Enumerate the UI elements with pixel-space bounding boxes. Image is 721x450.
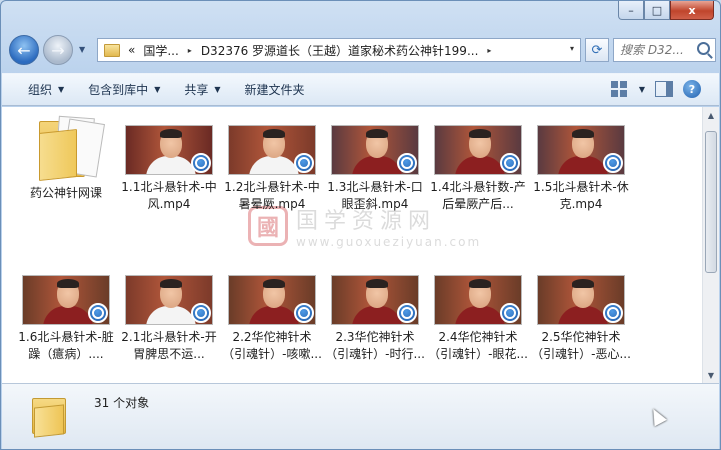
chevron-down-icon: ▼ — [154, 85, 161, 94]
back-button[interactable]: ← — [9, 35, 39, 65]
video-thumbnail — [434, 125, 522, 175]
include-in-library-label: 包含到库中 — [88, 83, 149, 97]
scroll-up-icon[interactable]: ▲ — [703, 107, 719, 123]
video-thumbnail — [331, 125, 419, 175]
video-file-item[interactable]: 2.1北斗悬针术-开胃脾思不运... — [119, 275, 219, 363]
video-thumbnail — [537, 125, 625, 175]
video-file-item[interactable]: 1.4北斗悬针数-产后晕厥产后... — [428, 125, 528, 213]
organize-menu[interactable]: 组织 ▼ — [28, 81, 64, 98]
recent-pages-dropdown[interactable]: ▼ — [79, 45, 85, 54]
media-player-icon — [191, 303, 211, 323]
file-list[interactable]: 國 国学资源网 www.guoxueziyuan.com 药公神针网课 1.1北斗… — [2, 107, 702, 383]
video-thumbnail — [125, 125, 213, 175]
chevron-down-icon: ▼ — [58, 85, 65, 94]
watermark-url-text: www.guoxueziyuan.com — [296, 235, 482, 249]
media-player-icon — [191, 153, 211, 173]
address-dropdown-icon[interactable]: ▾ — [570, 44, 574, 53]
file-name-label: 1.6北斗悬针术-脏躁（癔病）.... — [18, 330, 114, 361]
details-pane: 31 个对象 — [2, 383, 719, 449]
object-count: 31 个对象 — [94, 396, 150, 410]
breadcrumb-overflow[interactable]: « — [128, 43, 135, 57]
view-controls: ▼ ? — [610, 80, 701, 98]
preview-pane-icon[interactable] — [655, 81, 673, 97]
chevron-down-icon: ▼ — [214, 85, 221, 94]
search-icon[interactable] — [697, 42, 710, 55]
video-file-item[interactable]: 1.3北斗悬针术-口眼歪斜.mp4 — [325, 125, 425, 213]
video-thumbnail — [537, 275, 625, 325]
help-icon[interactable]: ? — [683, 80, 701, 98]
file-name-label: 药公神针网课 — [29, 186, 102, 200]
breadcrumb-segment-parent[interactable]: 国学... — [143, 42, 178, 59]
media-player-icon — [88, 303, 108, 323]
command-bar: 组织 ▼ 包含到库中 ▼ 共享 ▼ 新建文件夹 ▼ ? — [2, 73, 719, 106]
back-arrow-icon: ← — [17, 40, 31, 60]
media-player-icon — [603, 303, 623, 323]
caption-buttons: – □ x — [618, 1, 714, 21]
video-thumbnail — [228, 275, 316, 325]
video-thumbnail — [228, 125, 316, 175]
file-name-label: 2.3华佗神针术（引魂针）-时行... — [325, 330, 425, 361]
close-button[interactable]: x — [670, 1, 714, 20]
search-input[interactable] — [620, 43, 700, 57]
video-file-item[interactable]: 2.5华佗神针术（引魂针）-恶心... — [531, 275, 631, 363]
video-file-item[interactable]: 2.3华佗神针术（引魂针）-时行... — [325, 275, 425, 363]
breadcrumb-segment-current[interactable]: D32376 罗源道长（王越）道家秘术药公神针199... — [201, 42, 479, 59]
folder-icon — [31, 113, 106, 181]
maximize-button[interactable]: □ — [644, 1, 670, 20]
share-menu[interactable]: 共享 ▼ — [184, 81, 220, 98]
media-player-icon — [294, 303, 314, 323]
scroll-down-icon[interactable]: ▼ — [703, 367, 719, 383]
view-options-dropdown-icon[interactable]: ▼ — [639, 85, 645, 94]
file-name-label: 1.2北斗悬针术-中暑晕厥.mp4 — [224, 180, 320, 211]
file-name-label: 1.1北斗悬针术-中风.mp4 — [121, 180, 217, 211]
refresh-icon: ⟳ — [591, 42, 603, 58]
video-file-item[interactable]: 1.2北斗悬针术-中暑晕厥.mp4 — [222, 125, 322, 213]
video-thumbnail — [125, 275, 213, 325]
media-player-icon — [294, 153, 314, 173]
video-file-item[interactable]: 1.1北斗悬针术-中风.mp4 — [119, 125, 219, 213]
navigation-bar: ← → ▼ « 国学... ▸ D32376 罗源道长（王越）道家秘术药公神针1… — [7, 35, 716, 65]
media-player-icon — [603, 153, 623, 173]
folder-item[interactable]: 药公神针网课 — [16, 113, 116, 202]
file-name-label: 2.4华佗神针术（引魂针）-眼花... — [428, 330, 528, 361]
media-player-icon — [500, 303, 520, 323]
file-name-label: 2.2华佗神针术（引魂针）-咳嗽... — [222, 330, 322, 361]
forward-button[interactable]: → — [43, 35, 73, 65]
file-name-label: 2.1北斗悬针术-开胃脾思不运... — [121, 330, 217, 361]
share-label: 共享 — [184, 83, 209, 97]
search-box[interactable] — [613, 38, 716, 62]
video-thumbnail — [434, 275, 522, 325]
media-player-icon — [397, 303, 417, 323]
video-file-item[interactable]: 1.5北斗悬针术-休克.mp4 — [531, 125, 631, 213]
vertical-scrollbar[interactable]: ▲ ▼ — [702, 107, 719, 383]
video-file-item[interactable]: 2.4华佗神针术（引魂针）-眼花... — [428, 275, 528, 363]
file-name-label: 1.5北斗悬针术-休克.mp4 — [533, 180, 629, 211]
new-folder-button[interactable]: 新建文件夹 — [245, 81, 305, 98]
file-name-label: 1.4北斗悬针数-产后晕厥产后... — [430, 180, 526, 211]
organize-label: 组织 — [28, 83, 53, 97]
change-view-icon[interactable] — [610, 81, 629, 97]
video-file-item[interactable]: 2.2华佗神针术（引魂针）-咳嗽... — [222, 275, 322, 363]
scrollbar-thumb[interactable] — [705, 131, 717, 273]
refresh-button[interactable]: ⟳ — [585, 38, 609, 62]
address-bar[interactable]: « 国学... ▸ D32376 罗源道长（王越）道家秘术药公神针199... … — [97, 38, 581, 62]
include-in-library-menu[interactable]: 包含到库中 ▼ — [88, 81, 160, 98]
video-thumbnail — [22, 275, 110, 325]
folder-icon — [104, 43, 120, 57]
file-name-label: 1.3北斗悬针术-口眼歪斜.mp4 — [327, 180, 423, 211]
video-file-item[interactable]: 1.6北斗悬针术-脏躁（癔病）.... — [16, 275, 116, 363]
breadcrumb-separator-icon[interactable]: ▸ — [487, 46, 491, 55]
video-thumbnail — [331, 275, 419, 325]
file-name-label: 2.5华佗神针术（引魂针）-恶心... — [531, 330, 631, 361]
explorer-window: – □ x ← → ▼ « 国学... ▸ D32376 罗源道长（王越）道家秘… — [0, 0, 721, 450]
forward-arrow-icon: → — [51, 40, 65, 60]
new-folder-label: 新建文件夹 — [244, 83, 305, 97]
folder-icon — [32, 394, 68, 438]
mouse-cursor-icon — [647, 405, 667, 427]
media-player-icon — [500, 153, 520, 173]
media-player-icon — [397, 153, 417, 173]
breadcrumb-separator-icon[interactable]: ▸ — [188, 46, 192, 55]
minimize-button[interactable]: – — [618, 1, 644, 20]
